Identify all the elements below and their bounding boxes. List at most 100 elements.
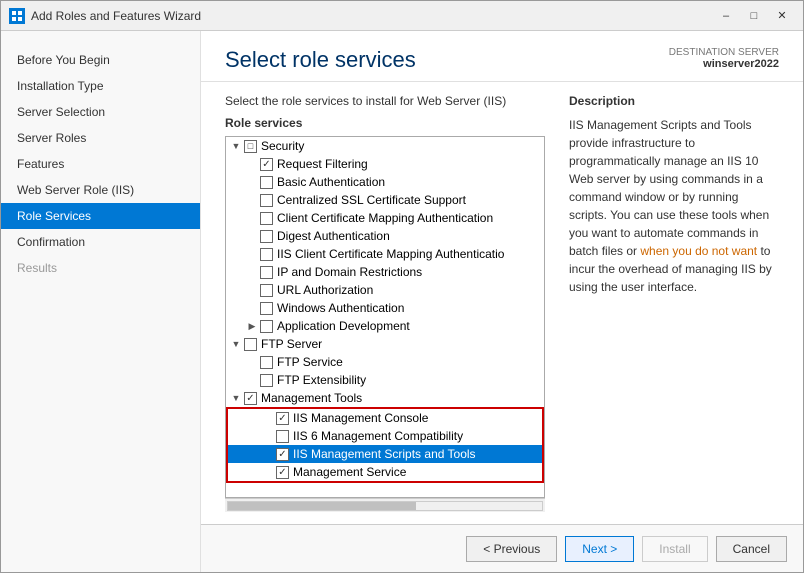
destination-server: winserver2022 — [669, 58, 779, 70]
cancel-button[interactable]: Cancel — [716, 536, 787, 562]
label-mgmt-service: Management Service — [293, 465, 406, 479]
expand-mt-icon: ▼ — [230, 392, 242, 404]
tree-item-ip-domain[interactable]: IP and Domain Restrictions — [226, 263, 544, 281]
tree-item-ftp-server[interactable]: ▼ FTP Server — [226, 335, 544, 353]
label-client-cert: Client Certificate Mapping Authenticatio… — [277, 211, 493, 225]
expand-cs-icon — [246, 194, 258, 206]
label-iis6-compat: IIS 6 Management Compatibility — [293, 429, 463, 443]
close-button[interactable]: ✕ — [769, 6, 795, 26]
role-services-tree[interactable]: ▼ Security Request Filtering Ba — [225, 136, 545, 498]
page-title: Select role services — [225, 47, 416, 73]
checkbox-client-cert[interactable] — [260, 212, 273, 225]
role-services-label: Role services — [225, 116, 545, 130]
tree-item-ftp-service[interactable]: FTP Service — [226, 353, 544, 371]
checkbox-basic-auth[interactable] — [260, 176, 273, 189]
tree-item-iis-mgmt-scripts[interactable]: IIS Management Scripts and Tools — [226, 445, 544, 463]
tree-item-url-auth[interactable]: URL Authorization — [226, 281, 544, 299]
checkbox-ftp-ext[interactable] — [260, 374, 273, 387]
tree-item-basic-auth[interactable]: Basic Authentication — [226, 173, 544, 191]
label-iis-client-cert: IIS Client Certificate Mapping Authentic… — [277, 247, 504, 261]
label-centralized-ssl: Centralized SSL Certificate Support — [277, 193, 466, 207]
main-window: Add Roles and Features Wizard – □ ✕ Befo… — [0, 0, 804, 573]
expand-ba-icon — [246, 176, 258, 188]
sidebar-item-web-server-role[interactable]: Web Server Role (IIS) — [1, 177, 200, 203]
tree-item-iis-client-cert[interactable]: IIS Client Certificate Mapping Authentic… — [226, 245, 544, 263]
description-title: Description — [569, 94, 779, 108]
tree-item-app-dev[interactable]: ▶ Application Development — [226, 317, 544, 335]
previous-button[interactable]: < Previous — [466, 536, 557, 562]
checkbox-ftp-service[interactable] — [260, 356, 273, 369]
tree-item-digest[interactable]: Digest Authentication — [226, 227, 544, 245]
sidebar-item-confirmation[interactable]: Confirmation — [1, 229, 200, 255]
checkbox-iis-mgmt-console[interactable] — [276, 412, 289, 425]
expand-cc-icon — [246, 212, 258, 224]
main-content: Select role services DESTINATION SERVER … — [201, 31, 803, 572]
checkbox-iis6-compat[interactable] — [276, 430, 289, 443]
checkbox-mgmt-service[interactable] — [276, 466, 289, 479]
label-iis-mgmt-scripts: IIS Management Scripts and Tools — [293, 447, 476, 461]
tree-item-windows-auth[interactable]: Windows Authentication — [226, 299, 544, 317]
window-title: Add Roles and Features Wizard — [31, 9, 713, 23]
tree-item-ftp-ext[interactable]: FTP Extensibility — [226, 371, 544, 389]
next-button[interactable]: Next > — [565, 536, 634, 562]
expand-security-icon: ▼ — [230, 140, 242, 152]
sidebar-item-features[interactable]: Features — [1, 151, 200, 177]
expand-ad-icon: ▶ — [246, 320, 258, 332]
tree-item-client-cert[interactable]: Client Certificate Mapping Authenticatio… — [226, 209, 544, 227]
checkbox-digest[interactable] — [260, 230, 273, 243]
tree-item-centralized-ssl[interactable]: Centralized SSL Certificate Support — [226, 191, 544, 209]
checkbox-request-filtering[interactable] — [260, 158, 273, 171]
tree-item-security[interactable]: ▼ Security — [226, 137, 544, 155]
sidebar-item-before-you-begin[interactable]: Before You Begin — [1, 47, 200, 73]
desc-text-highlight: when you do not want — [640, 244, 757, 258]
expand-ftpe-icon — [246, 374, 258, 386]
label-app-dev: Application Development — [277, 319, 410, 333]
description-panel: Description IIS Management Scripts and T… — [561, 94, 779, 512]
checkbox-app-dev[interactable] — [260, 320, 273, 333]
description-text: IIS Management Scripts and Tools provide… — [569, 116, 779, 296]
minimize-button[interactable]: – — [713, 6, 739, 26]
expand-ms-icon — [262, 466, 274, 478]
expand-ims-icon — [262, 448, 274, 460]
label-ip-domain: IP and Domain Restrictions — [277, 265, 422, 279]
sidebar-item-server-roles[interactable]: Server Roles — [1, 125, 200, 151]
expand-ftps-icon — [246, 356, 258, 368]
tree-item-iis6-compat[interactable]: IIS 6 Management Compatibility — [226, 427, 544, 445]
label-digest: Digest Authentication — [277, 229, 390, 243]
sidebar: Before You Begin Installation Type Serve… — [1, 31, 201, 572]
desc-text-part1: IIS Management Scripts and Tools provide… — [569, 118, 769, 258]
maximize-button[interactable]: □ — [741, 6, 767, 26]
expand-d-icon — [246, 230, 258, 242]
checkbox-windows-auth[interactable] — [260, 302, 273, 315]
label-request-filtering: Request Filtering — [277, 157, 368, 171]
sidebar-item-server-selection[interactable]: Server Selection — [1, 99, 200, 125]
checkbox-centralized-ssl[interactable] — [260, 194, 273, 207]
expand-icc-icon — [246, 248, 258, 260]
horizontal-scrollbar[interactable] — [225, 498, 545, 512]
checkbox-url-auth[interactable] — [260, 284, 273, 297]
destination-info: DESTINATION SERVER winserver2022 — [669, 47, 779, 70]
checkbox-security[interactable] — [244, 140, 257, 153]
expand-id-icon — [246, 266, 258, 278]
expand-ua-icon — [246, 284, 258, 296]
checkbox-ftp-server[interactable] — [244, 338, 257, 351]
tree-item-mgmt-tools[interactable]: ▼ Management Tools — [226, 389, 544, 407]
tree-item-iis-mgmt-console[interactable]: IIS Management Console — [226, 407, 544, 427]
tree-item-mgmt-service[interactable]: Management Service — [226, 463, 544, 483]
expand-i6c-icon — [262, 430, 274, 442]
destination-label: DESTINATION SERVER — [669, 47, 779, 58]
sidebar-item-role-services[interactable]: Role Services — [1, 203, 200, 229]
checkbox-iis-mgmt-scripts[interactable] — [276, 448, 289, 461]
install-button: Install — [642, 536, 707, 562]
sidebar-item-installation-type[interactable]: Installation Type — [1, 73, 200, 99]
label-ftp-ext: FTP Extensibility — [277, 373, 366, 387]
checkbox-iis-client-cert[interactable] — [260, 248, 273, 261]
window-icon — [9, 8, 25, 24]
instruction-text: Select the role services to install for … — [225, 94, 545, 108]
label-mgmt-tools: Management Tools — [261, 391, 362, 405]
tree-item-request-filtering[interactable]: Request Filtering — [226, 155, 544, 173]
expand-ftp-icon: ▼ — [230, 338, 242, 350]
content-area: Before You Begin Installation Type Serve… — [1, 31, 803, 572]
checkbox-ip-domain[interactable] — [260, 266, 273, 279]
checkbox-mgmt-tools[interactable] — [244, 392, 257, 405]
